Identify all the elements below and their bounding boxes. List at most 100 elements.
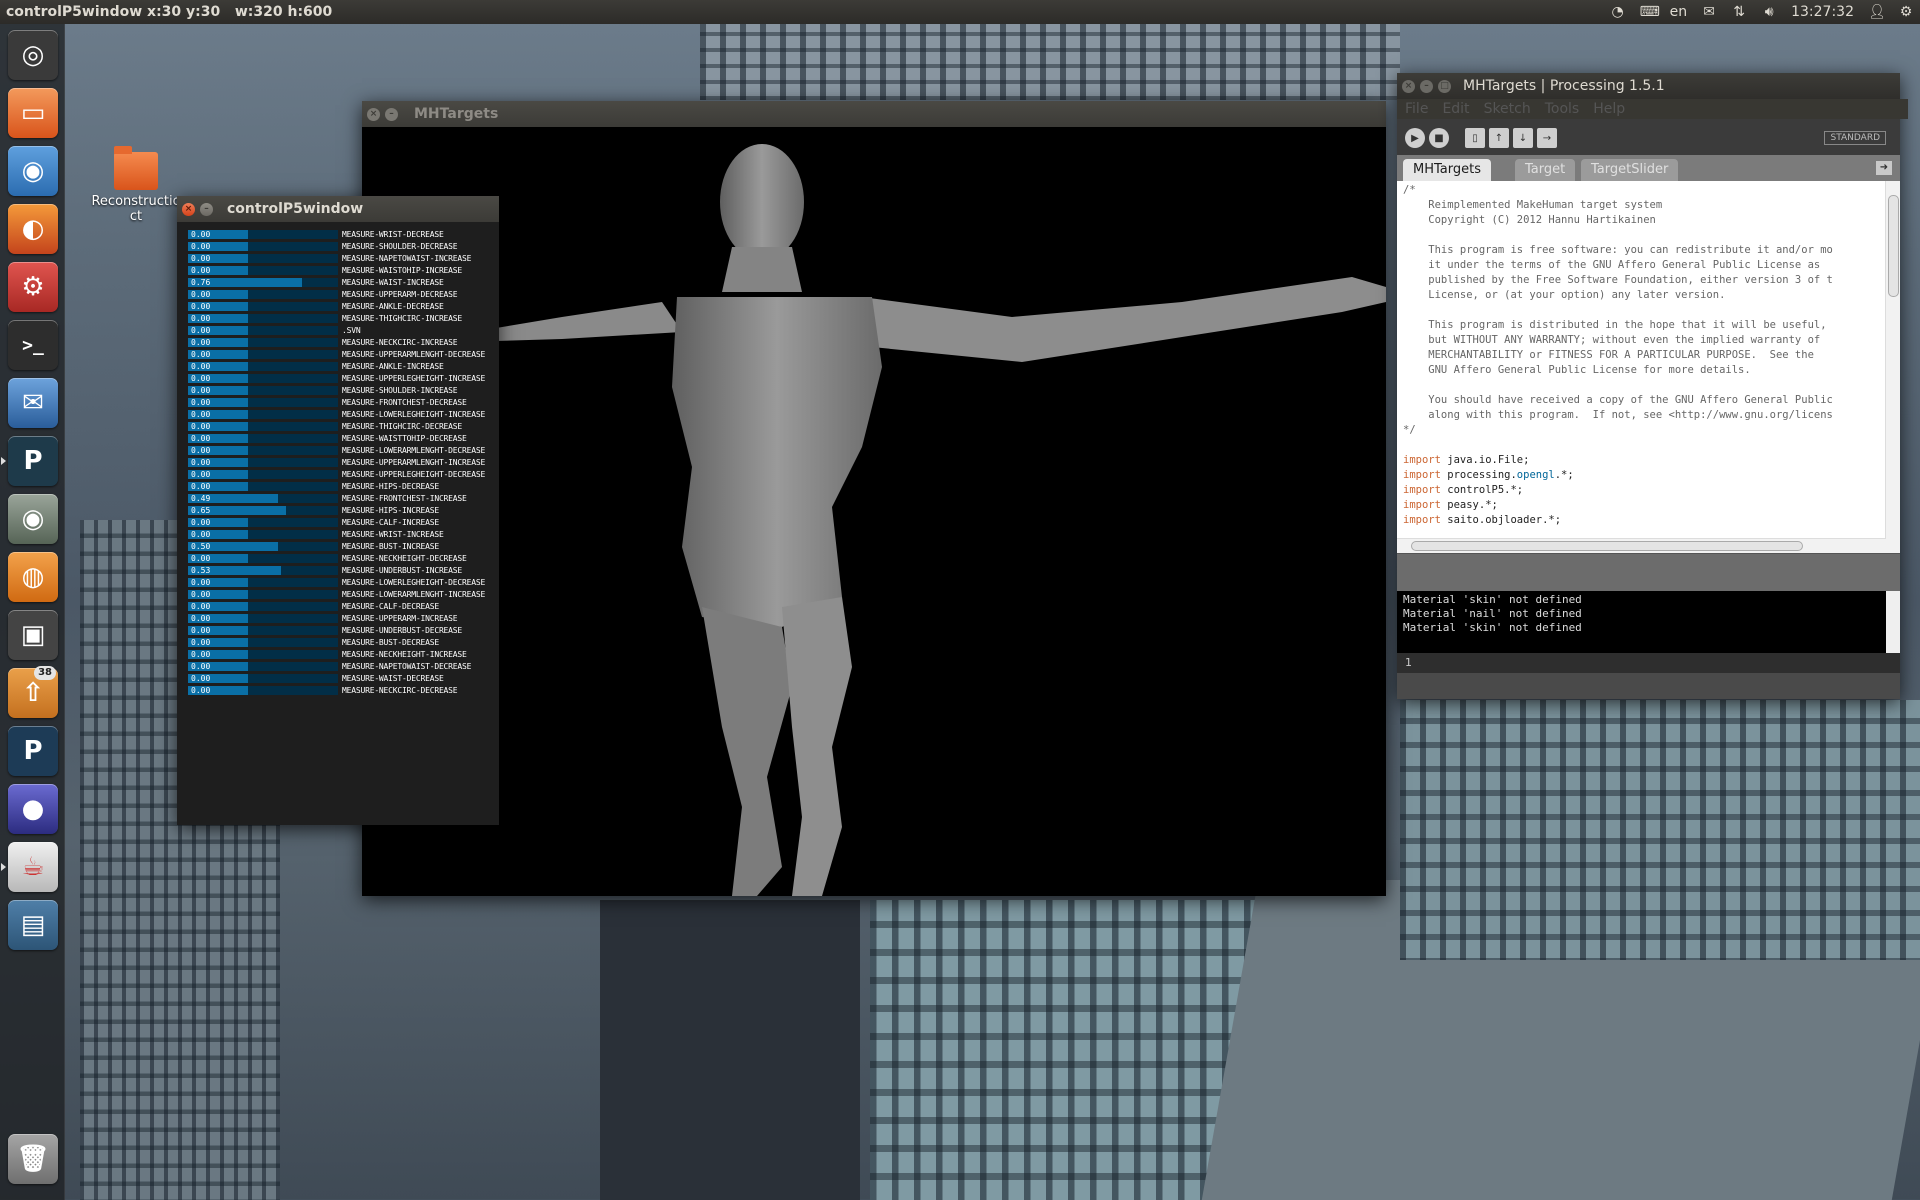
launcher-firefox[interactable]: ◐ bbox=[8, 204, 58, 254]
slider-track[interactable]: 0.76 bbox=[188, 278, 338, 287]
slider-row[interactable]: 0.00 MEASURE-THIGHCIRC-DECREASE bbox=[188, 422, 498, 432]
slider-track[interactable]: 0.00 bbox=[188, 446, 338, 455]
mhtargets-titlebar[interactable]: × – MHTargets bbox=[362, 101, 1386, 127]
code-text[interactable]: /* Reimplemented MakeHuman target system… bbox=[1403, 183, 1885, 553]
slider-row[interactable]: 0.00 MEASURE-LOWERLEGHEIGHT-DECREASE bbox=[188, 578, 498, 588]
slider-track[interactable]: 0.00 bbox=[188, 266, 338, 275]
slider-row[interactable]: 0.00 MEASURE-NECKCIRC-INCREASE bbox=[188, 338, 498, 348]
menu-sketch[interactable]: Sketch bbox=[1484, 101, 1531, 117]
slider-track[interactable]: 0.00 bbox=[188, 578, 338, 587]
close-icon[interactable]: × bbox=[367, 107, 380, 121]
slider-row[interactable]: 0.00 MEASURE-FRONTCHEST-DECREASE bbox=[188, 398, 498, 408]
slider-track[interactable]: 0.00 bbox=[188, 290, 338, 299]
tab-mhtargets[interactable]: MHTargets bbox=[1403, 159, 1491, 181]
save-button[interactable]: ↓ bbox=[1513, 128, 1533, 148]
maximize-icon[interactable]: □ bbox=[1438, 79, 1451, 93]
slider-row[interactable]: 0.00 MEASURE-ANKLE-DECREASE bbox=[188, 302, 498, 312]
launcher-java[interactable]: ☕ bbox=[1, 842, 58, 892]
slider-row[interactable]: 0.00 MEASURE-UPPERARM-DECREASE bbox=[188, 290, 498, 300]
slider-row[interactable]: 0.00 MEASURE-WRIST-INCREASE bbox=[188, 530, 498, 540]
horizontal-scroll-thumb[interactable] bbox=[1411, 541, 1803, 551]
slider-track[interactable]: 0.00 bbox=[188, 686, 338, 695]
launcher-files[interactable]: ▭ bbox=[8, 88, 58, 138]
console-scrollbar[interactable] bbox=[1886, 591, 1900, 653]
tab-menu-arrow-icon[interactable]: ➜ bbox=[1876, 161, 1892, 175]
slider-row[interactable]: 0.53 MEASURE-UNDERBUST-INCREASE bbox=[188, 566, 498, 576]
export-button[interactable]: → bbox=[1537, 128, 1557, 148]
slider-track[interactable]: 0.00 bbox=[188, 410, 338, 419]
launcher-eclipse[interactable]: ● bbox=[8, 784, 58, 834]
launcher-trash[interactable]: 🗑︎ bbox=[8, 1134, 58, 1184]
slider-row[interactable]: 0.00 MEASURE-UPPERLEGHEIGHT-DECREASE bbox=[188, 470, 498, 480]
slider-row[interactable]: 0.00 MEASURE-LOWERARMLENGHT-DECREASE bbox=[188, 446, 498, 456]
slider-track[interactable]: 0.00 bbox=[188, 626, 338, 635]
slider-row[interactable]: 0.00 MEASURE-SHOULDER-INCREASE bbox=[188, 386, 498, 396]
slider-track[interactable]: 0.00 bbox=[188, 590, 338, 599]
3d-model-canvas[interactable] bbox=[362, 127, 1386, 896]
slider-row[interactable]: 0.00 MEASURE-NECKHEIGHT-DECREASE bbox=[188, 554, 498, 564]
menu-file[interactable]: File bbox=[1405, 101, 1428, 117]
slider-track[interactable]: 0.00 bbox=[188, 650, 338, 659]
slider-row[interactable]: 0.00 MEASURE-UPPERARMLENGHT-INCREASE bbox=[188, 458, 498, 468]
slider-row[interactable]: 0.00 MEASURE-WAISTOHIP-INCREASE bbox=[188, 266, 498, 276]
slider-track[interactable]: 0.00 bbox=[188, 530, 338, 539]
desktop-folder[interactable]: Reconstructio ct bbox=[86, 146, 186, 224]
transfer-icon[interactable]: ⇅ bbox=[1731, 5, 1747, 19]
slider-row[interactable]: 0.00 MEASURE-HIPS-DECREASE bbox=[188, 482, 498, 492]
slider-row[interactable]: 0.00 MEASURE-NAPETOWAIST-INCREASE bbox=[188, 254, 498, 264]
stop-button[interactable]: ■ bbox=[1429, 128, 1449, 148]
processing-ide-window[interactable]: × – □ MHTargets | Processing 1.5.1 File … bbox=[1397, 73, 1908, 699]
launcher-system-settings[interactable]: ⚙ bbox=[8, 262, 58, 312]
slider-track[interactable]: 0.65 bbox=[188, 506, 338, 515]
editor-vertical-scrollbar[interactable] bbox=[1885, 181, 1900, 553]
slider-track[interactable]: 0.00 bbox=[188, 314, 338, 323]
minimize-icon[interactable]: – bbox=[200, 202, 213, 216]
slider-row[interactable]: 0.00 MEASURE-UPPERARMLENGHT-DECREASE bbox=[188, 350, 498, 360]
slider-track[interactable]: 0.00 bbox=[188, 602, 338, 611]
menu-tools[interactable]: Tools bbox=[1545, 101, 1580, 117]
slider-track[interactable]: 0.53 bbox=[188, 566, 338, 575]
slider-row[interactable]: 0.65 MEASURE-HIPS-INCREASE bbox=[188, 506, 498, 516]
launcher-chromium[interactable]: ◉ bbox=[8, 146, 58, 196]
tab-target[interactable]: Target bbox=[1515, 159, 1576, 181]
editor-horizontal-scrollbar[interactable] bbox=[1397, 538, 1886, 553]
keyboard-layout[interactable]: en bbox=[1670, 4, 1688, 20]
launcher-dash-home[interactable]: ◎ bbox=[8, 30, 58, 80]
slider-row[interactable]: 0.00 MEASURE-LOWERLEGHEIGHT-INCREASE bbox=[188, 410, 498, 420]
slider-row[interactable]: 0.00 MEASURE-WRIST-DECREASE bbox=[188, 230, 498, 240]
slider-row[interactable]: 0.00 MEASURE-ANKLE-INCREASE bbox=[188, 362, 498, 372]
slider-track[interactable]: 0.00 bbox=[188, 386, 338, 395]
mode-selector[interactable]: STANDARD bbox=[1824, 131, 1886, 145]
power-gear-icon[interactable]: ⚙ bbox=[1898, 5, 1914, 19]
slider-row[interactable]: 0.00 MEASURE-NECKCIRC-DECREASE bbox=[188, 686, 498, 696]
new-button[interactable]: ▯ bbox=[1465, 128, 1485, 148]
clock[interactable]: 13:27:32 bbox=[1791, 4, 1854, 20]
slider-row[interactable]: 0.00 MEASURE-UNDERBUST-DECREASE bbox=[188, 626, 498, 636]
slider-row[interactable]: 0.76 MEASURE-WAIST-INCREASE bbox=[188, 278, 498, 288]
slider-row[interactable]: 0.00 MEASURE-LOWERARMLENGHT-INCREASE bbox=[188, 590, 498, 600]
slider-row[interactable]: 0.00 MEASURE-CALF-INCREASE bbox=[188, 518, 498, 528]
minimize-icon[interactable]: – bbox=[385, 107, 398, 121]
mail-icon[interactable]: ✉ bbox=[1701, 5, 1717, 19]
slider-row[interactable]: 0.00 MEASURE-CALF-DECREASE bbox=[188, 602, 498, 612]
slider-track[interactable]: 0.00 bbox=[188, 458, 338, 467]
slider-track[interactable]: 0.00 bbox=[188, 350, 338, 359]
slider-row[interactable]: 0.00 MEASURE-UPPERARM-INCREASE bbox=[188, 614, 498, 624]
slider-track[interactable]: 0.00 bbox=[188, 422, 338, 431]
close-icon[interactable]: × bbox=[182, 202, 195, 216]
slider-track[interactable]: 0.00 bbox=[188, 518, 338, 527]
slider-track[interactable]: 0.00 bbox=[188, 674, 338, 683]
keyboard-icon[interactable]: ⌨ bbox=[1640, 5, 1660, 19]
slider-track[interactable]: 0.00 bbox=[188, 470, 338, 479]
slider-row[interactable]: 0.00 MEASURE-SHOULDER-DECREASE bbox=[188, 242, 498, 252]
user-icon[interactable]: 👤︎ bbox=[1868, 5, 1886, 19]
slider-track[interactable]: 0.00 bbox=[188, 374, 338, 383]
slider-track[interactable]: 0.00 bbox=[188, 362, 338, 371]
network-icon[interactable]: ◔ bbox=[1610, 5, 1626, 19]
slider-track[interactable]: 0.00 bbox=[188, 338, 338, 347]
slider-row[interactable]: 0.00 MEASURE-NAPETOWAIST-DECREASE bbox=[188, 662, 498, 672]
slider-track[interactable]: 0.49 bbox=[188, 494, 338, 503]
controlp5-titlebar[interactable]: × – controlP5window bbox=[177, 196, 499, 222]
mhtargets-window[interactable]: × – MHTargets bbox=[362, 101, 1386, 896]
vertical-scroll-thumb[interactable] bbox=[1888, 195, 1899, 297]
